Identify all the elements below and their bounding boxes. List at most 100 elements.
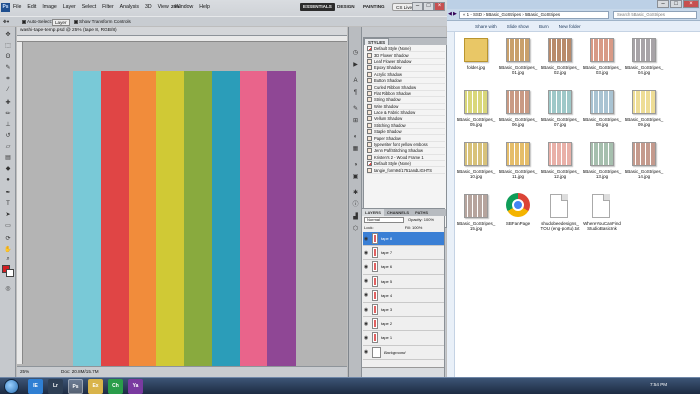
document-canvas[interactable] [73, 71, 296, 373]
actions-panel-icon[interactable]: ▶ [351, 61, 360, 70]
masks-panel-icon[interactable]: ▣ [351, 173, 360, 182]
layer-row[interactable]: ◉ tape 5 [363, 274, 444, 289]
zoom-tool-icon[interactable]: ⌕ [2, 255, 14, 264]
toolbar-burn[interactable]: Burn [539, 24, 549, 29]
clone-source-panel-icon[interactable]: ⊞ [351, 117, 360, 126]
eyedropper-tool-icon[interactable]: ⁄ [2, 86, 14, 95]
histogram-panel-icon[interactable]: ▟ [351, 213, 360, 222]
eye-icon[interactable]: ◉ [363, 234, 369, 244]
navigation-pane[interactable] [447, 32, 455, 377]
menu-edit[interactable]: Edit [27, 4, 36, 10]
eye-icon[interactable]: ◉ [363, 248, 369, 258]
brushes-panel-icon[interactable]: ✎ [351, 105, 360, 114]
tape-stripe-1[interactable] [73, 71, 102, 373]
fill-field[interactable]: Fill: 100% [405, 225, 423, 230]
eye-icon[interactable]: ◉ [363, 347, 369, 357]
start-button-icon[interactable] [4, 379, 19, 394]
move-tool-icon[interactable]: ✥ [2, 31, 14, 40]
history-brush-tool-icon[interactable]: ↺ [2, 132, 14, 141]
shape-tool-icon[interactable]: ▭ [2, 222, 14, 231]
close-button[interactable]: × [434, 2, 445, 11]
hand-tool-icon[interactable]: ✋ [2, 246, 14, 255]
auto-select-checkbox[interactable]: Auto-Select: [22, 19, 52, 24]
history-panel-icon[interactable]: ◷ [351, 49, 360, 58]
tape-stripe-2[interactable] [100, 71, 129, 373]
explorer-close-button[interactable]: × [683, 0, 699, 8]
eye-icon[interactable]: ◉ [363, 290, 369, 300]
auto-select-target[interactable]: Layer [52, 19, 70, 26]
file-item[interactable]: 5Basic_GoStripes_03.jpg [582, 34, 622, 82]
taskbar-app-ps-icon[interactable]: Ps [68, 379, 83, 394]
workspace-painting[interactable]: PAINTING [360, 3, 388, 11]
taskbar-app-ie-icon[interactable]: IE [28, 379, 43, 394]
minimize-button[interactable]: – [412, 2, 423, 11]
opacity-field[interactable]: Opacity: 100% [408, 217, 434, 222]
file-item[interactable]: SBFanPage [498, 190, 538, 238]
forward-icon[interactable]: ▶ [453, 11, 458, 18]
zoom-level[interactable]: 25% [168, 3, 183, 11]
eye-icon[interactable]: ◉ [363, 333, 369, 343]
file-item[interactable]: 5Basic_GoStripes_15.jpg [456, 190, 496, 238]
tab-styles[interactable]: STYLES [364, 38, 390, 45]
eraser-tool-icon[interactable]: ▱ [2, 143, 14, 152]
document-tab[interactable]: washi-tape-temp.psd @ 25% (tape 8, RGB/8… [17, 27, 347, 36]
menu-file[interactable]: File [13, 4, 21, 10]
3d-panel-icon[interactable]: ⬡ [351, 225, 360, 234]
eye-icon[interactable]: ◉ [363, 262, 369, 272]
quick-mask-icon[interactable]: ◎ [2, 285, 14, 294]
tab-layers[interactable]: LAYERS [362, 209, 384, 216]
explorer-maximize-button[interactable]: □ [670, 0, 682, 8]
workspace-essentials[interactable]: ESSENTIALS [300, 3, 335, 11]
file-item[interactable]: 5Basic_GoStripes_04.jpg [624, 34, 664, 82]
file-item[interactable]: 5Basic_GoStripes_10.jpg [456, 138, 496, 186]
file-item[interactable]: WhereYouCanFindStudioBasicInk [582, 190, 622, 238]
pen-tool-icon[interactable]: ✒ [2, 189, 14, 198]
show-transform-checkbox[interactable]: Show Transform Controls [74, 19, 131, 24]
file-item[interactable]: 5Basic_GoStripes_11.jpg [498, 138, 538, 186]
style-item[interactable]: tangie_form94/1751andLIGHTS [367, 167, 445, 174]
adjustments-panel-icon[interactable]: ◑ [351, 161, 360, 170]
blend-mode-select[interactable]: Normal [364, 217, 404, 223]
layer-row[interactable]: ◉ tape 6 [363, 260, 444, 275]
menu-analysis[interactable]: Analysis [120, 4, 139, 10]
file-item[interactable]: 5Basic_GoStripes_05.jpg [456, 86, 496, 134]
menu-image[interactable]: Image [42, 4, 56, 10]
taskbar-app-ya-icon[interactable]: Ya [128, 379, 143, 394]
file-item[interactable]: 5Basic_GoStripes_06.jpg [498, 86, 538, 134]
file-item[interactable]: 5Basic_GoStripes_09.jpg [624, 86, 664, 134]
menu-filter[interactable]: Filter [102, 4, 114, 10]
paragraph-panel-icon[interactable]: ¶ [351, 89, 360, 98]
character-panel-icon[interactable]: A [351, 77, 360, 86]
gradient-tool-icon[interactable]: ▤ [2, 154, 14, 163]
file-item[interactable]: 5Basic_GoStripes_13.jpg [582, 138, 622, 186]
stamp-tool-icon[interactable]: ⊥ [2, 121, 14, 130]
tray-clock[interactable]: 7:54 PM [650, 382, 667, 387]
tab-paths[interactable]: PATHS [412, 209, 431, 216]
menu-select[interactable]: Select [82, 4, 96, 10]
info-panel-icon[interactable]: ⓘ [351, 201, 360, 210]
type-tool-icon[interactable]: T [2, 200, 14, 209]
dodge-tool-icon[interactable]: ● [2, 176, 14, 185]
explorer-minimize-button[interactable]: – [657, 0, 669, 8]
color-panel-icon[interactable]: ◐ [351, 133, 360, 142]
tape-stripe-3[interactable] [128, 71, 157, 373]
swatches-panel-icon[interactable]: ▦ [351, 145, 360, 154]
background-color-swatch[interactable] [6, 269, 14, 277]
eye-icon[interactable]: ◉ [363, 319, 369, 329]
path-select-tool-icon[interactable]: ➤ [2, 211, 14, 220]
layer-row[interactable]: ◉ tape 3 [363, 302, 444, 318]
workspace-design[interactable]: DESIGN [334, 3, 358, 11]
tape-stripe-5[interactable] [184, 71, 213, 373]
toolbar-new-folder[interactable]: New folder [559, 24, 581, 29]
lasso-tool-icon[interactable]: ʘ [2, 53, 14, 62]
breadcrumb[interactable]: « 1 - SSD › 5Basic_GoStripes › 5Basic_Go… [459, 11, 609, 19]
eye-icon[interactable]: ◉ [363, 305, 369, 315]
healing-tool-icon[interactable]: ✚ [2, 99, 14, 108]
layer-row[interactable]: ◉ tape 2 [363, 317, 444, 332]
layer-row[interactable]: ◉ tape 1 [363, 331, 444, 346]
marquee-tool-icon[interactable]: ⬚ [2, 42, 14, 51]
tape-stripe-6[interactable] [211, 71, 240, 373]
menu-help[interactable]: Help [199, 4, 210, 10]
navigator-panel-icon[interactable]: ✱ [351, 189, 360, 198]
toolbar-share-with[interactable]: Share with [475, 24, 497, 29]
